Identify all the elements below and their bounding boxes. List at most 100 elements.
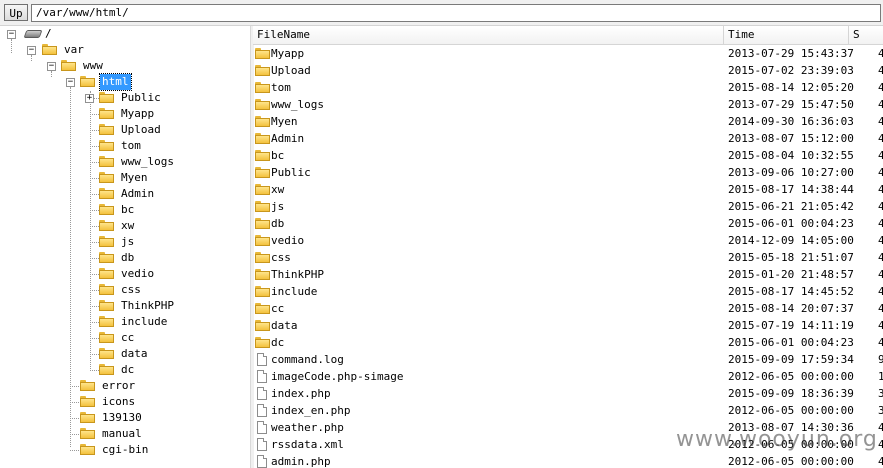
file-icon [257,404,267,417]
collapse-html-expander[interactable]: − [66,78,75,87]
file-size: 4 [878,438,883,451]
file-size: 4 [878,336,883,349]
folder-icon [255,201,270,212]
tree-node-label: ThinkPHP [121,299,174,312]
file-row[interactable]: css 2015-05-18 21:51:07 4 [253,249,883,266]
file-row[interactable]: ThinkPHP 2015-01-20 21:48:57 4 [253,266,883,283]
file-row[interactable]: include 2015-08-17 14:45:52 4 [253,283,883,300]
file-time: 2015-08-17 14:38:44 [728,183,854,196]
file-row[interactable]: index.php 2015-09-09 18:36:39 3 [253,385,883,402]
file-name: weather.php [271,421,344,434]
tree-connector-line [51,71,52,77]
file-time: 2015-09-09 17:59:34 [728,353,854,366]
file-row[interactable]: dc 2015-06-01 00:04:23 4 [253,334,883,351]
file-name: Myen [271,115,298,128]
file-row[interactable]: data 2015-07-19 14:11:19 4 [253,317,883,334]
folder-icon [99,156,114,167]
folder-icon [99,316,114,327]
file-size: 4 [878,200,883,213]
file-name: command.log [271,353,344,366]
folder-icon [80,396,95,407]
file-name: imageCode.php-simage [271,370,404,383]
file-time: 2015-08-14 12:05:20 [728,81,854,94]
file-name: include [271,285,318,298]
file-time: 2013-08-07 15:12:00 [728,132,854,145]
watermark: www.wooyun.org [676,427,878,452]
folder-icon [99,268,114,279]
file-row[interactable]: command.log 2015-09-09 17:59:34 9 [253,351,883,368]
file-row[interactable]: admin.php 2012-06-05 00:00:00 4 [253,453,883,468]
file-name: vedio [271,234,305,247]
file-row[interactable]: Admin 2013-08-07 15:12:00 4 [253,130,883,147]
file-row[interactable]: vedio 2014-12-09 14:05:00 4 [253,232,883,249]
file-size: 4 [878,217,883,230]
folder-icon [99,124,114,135]
tree-connector-line [90,194,99,195]
file-row[interactable]: Upload 2015-07-02 23:39:03 4 [253,62,883,79]
tree-node-label: xw [121,219,135,232]
file-time: 2015-08-04 10:32:55 [728,149,854,162]
file-size: 4 [878,268,883,281]
file-icon [257,421,267,434]
file-row[interactable]: js 2015-06-21 21:05:42 4 [253,198,883,215]
file-size: 4 [878,285,883,298]
file-row[interactable]: tom 2015-08-14 12:05:20 4 [253,79,883,96]
file-row[interactable]: cc 2015-08-14 20:07:37 4 [253,300,883,317]
file-size: 4 [878,302,883,315]
column-header-size[interactable]: S [849,26,883,44]
file-name: rssdata.xml [271,438,344,451]
tree-connector-line [90,306,99,307]
collapse-root-expander[interactable]: − [7,30,16,39]
file-row[interactable]: Myen 2014-09-30 16:36:03 4 [253,113,883,130]
up-button[interactable]: Up [4,4,28,21]
file-time: 2015-01-20 21:48:57 [728,268,854,281]
file-row[interactable]: www_logs 2013-07-29 15:47:50 4 [253,96,883,113]
tree-node-label: db [121,251,135,264]
collapse-var-expander[interactable]: − [27,46,36,55]
file-name: Public [271,166,311,179]
folder-icon [99,284,114,295]
path-input[interactable]: /var/www/html/ [31,4,881,22]
tree-node-label: Myapp [121,107,155,120]
folder-icon [255,218,270,229]
tree-connector-line [70,418,79,419]
file-icon [257,370,267,383]
folder-icon [255,286,270,297]
tree-connector-line [90,210,99,211]
file-row[interactable]: index_en.php 2012-06-05 00:00:00 3 [253,402,883,419]
expand-public-expander[interactable]: + [85,94,94,103]
tree-node-label: data [121,347,148,360]
file-row[interactable]: Public 2013-09-06 10:27:00 4 [253,164,883,181]
drive-icon [23,30,43,38]
file-row[interactable]: imageCode.php-simage 2012-06-05 00:00:00 1 [253,368,883,385]
file-time: 2015-09-09 18:36:39 [728,387,854,400]
file-row[interactable]: Myapp 2013-07-29 15:43:37 4 [253,45,883,62]
tree-node-label: / [45,27,52,40]
file-name: xw [271,183,285,196]
tree-connector-line [90,290,99,291]
file-size: 3 [878,387,883,400]
tree-connector-line [90,354,99,355]
file-row[interactable]: db 2015-06-01 00:04:23 4 [253,215,883,232]
file-name: index.php [271,387,331,400]
folder-icon [99,364,114,375]
file-time: 2013-09-06 10:27:00 [728,166,854,179]
tree-connector-line [70,434,79,435]
file-row[interactable]: xw 2015-08-17 14:38:44 4 [253,181,883,198]
column-header-time[interactable]: Time [724,26,849,44]
folder-icon [99,252,114,263]
file-row[interactable]: bc 2015-08-04 10:32:55 4 [253,147,883,164]
file-name: Upload [271,64,311,77]
file-time: 2015-08-17 14:45:52 [728,285,854,298]
tree-connector-line [90,370,99,371]
column-header-filename[interactable]: FileName [253,26,724,44]
file-size: 4 [878,183,883,196]
tree-connector-line [90,338,99,339]
folder-icon [255,303,270,314]
tree-node-label: www [83,59,103,72]
tree-node-label: Admin [121,187,155,200]
collapse-www-expander[interactable]: − [47,62,56,71]
file-time: 2014-09-30 16:36:03 [728,115,854,128]
folder-icon [61,60,76,71]
tree-node-label: cc [121,331,135,344]
